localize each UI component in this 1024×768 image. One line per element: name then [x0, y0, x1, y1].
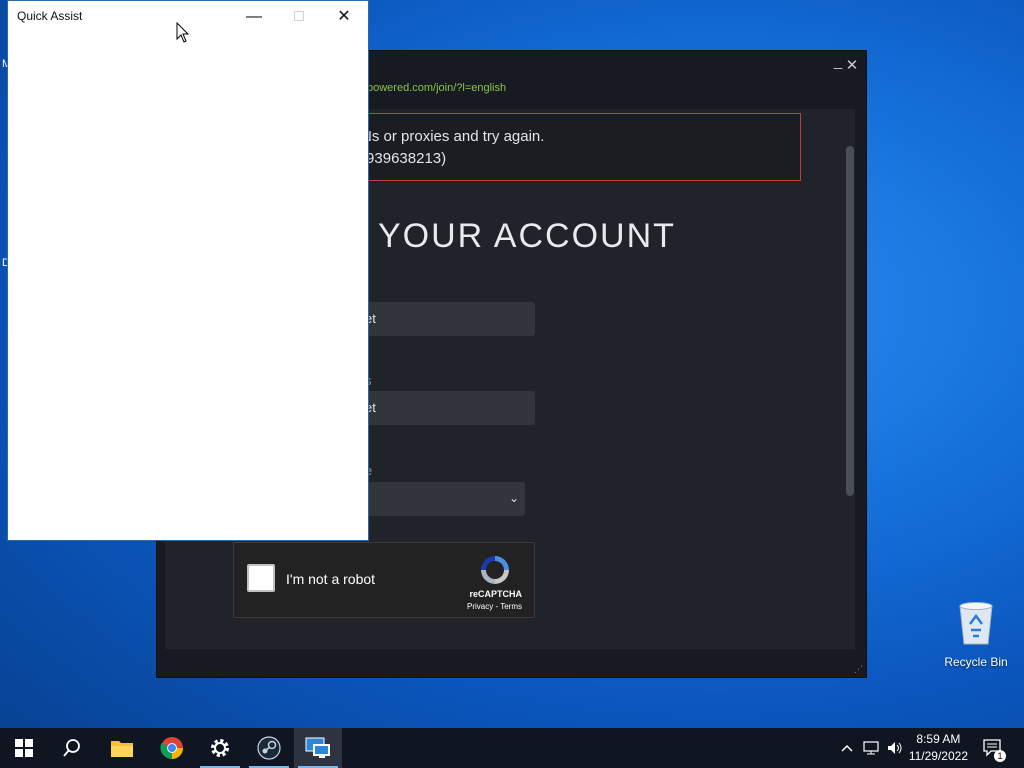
quick-assist-window: Quick Assist — □ ✕ [7, 0, 369, 541]
steam-url-text: powered.com/join/?l=english [367, 82, 507, 94]
steam-scrollbar[interactable] [846, 146, 854, 496]
recaptcha-privacy-terms-link[interactable]: Privacy - Terms [467, 602, 522, 611]
taskbar-file-explorer[interactable] [98, 728, 146, 768]
quick-assist-icon [305, 737, 330, 758]
settings-icon [211, 739, 229, 757]
recycle-bin-icon [959, 602, 993, 645]
notification-badge: 1 [994, 750, 1006, 762]
recaptcha-checkbox[interactable] [247, 564, 275, 592]
chrome-icon [160, 737, 183, 759]
volume-icon[interactable] [884, 728, 906, 768]
taskbar-steam[interactable] [245, 728, 293, 768]
steam-icon [257, 736, 281, 760]
quick-assist-maximize-button[interactable]: □ [277, 4, 321, 30]
recycle-bin-label: Recycle Bin [944, 655, 1008, 669]
windows-start-icon [15, 739, 33, 757]
file-explorer-icon [111, 741, 133, 757]
chevron-down-icon: ⌄ [508, 491, 519, 505]
network-icon[interactable] [860, 728, 882, 768]
recycle-bin-shortcut[interactable]: Recycle Bin [940, 600, 1012, 669]
clock-date: 11/29/2022 [908, 749, 968, 763]
recaptcha-logo-icon [477, 553, 513, 592]
clock-time: 8:59 AM [916, 732, 961, 746]
quick-assist-title: Quick Assist [17, 9, 83, 23]
taskbar-quick-assist[interactable] [294, 728, 342, 768]
taskbar-settings[interactable] [196, 728, 244, 768]
mouse-cursor-icon [176, 21, 190, 49]
recaptcha-widget: I'm not a robot reCAPTCHA Privacy - Term… [233, 542, 535, 618]
show-hidden-icons-chevron-up-icon[interactable] [838, 728, 856, 768]
quick-assist-minimize-button[interactable]: — [232, 4, 276, 30]
resize-grip-icon[interactable]: ⋰ [854, 664, 863, 675]
action-center-button[interactable]: 1 [978, 728, 1008, 768]
system-clock[interactable]: 8:59 AM 11/29/2022 [909, 731, 968, 765]
taskbar: 8:59 AM 11/29/2022 1 [0, 728, 1024, 768]
page-title: YOUR ACCOUNT [378, 217, 676, 255]
search-icon [63, 739, 80, 757]
search-button[interactable] [48, 728, 96, 768]
error-message-box: om VPNs or proxies and try again. 947057… [295, 113, 801, 181]
quick-assist-close-button[interactable]: ✕ [322, 4, 366, 30]
steam-close-button[interactable]: ✕ [843, 56, 861, 74]
start-button[interactable] [0, 728, 48, 768]
recaptcha-brand: reCAPTCHA [469, 589, 522, 599]
recaptcha-label: I'm not a robot [286, 571, 376, 587]
taskbar-chrome[interactable] [148, 728, 196, 768]
